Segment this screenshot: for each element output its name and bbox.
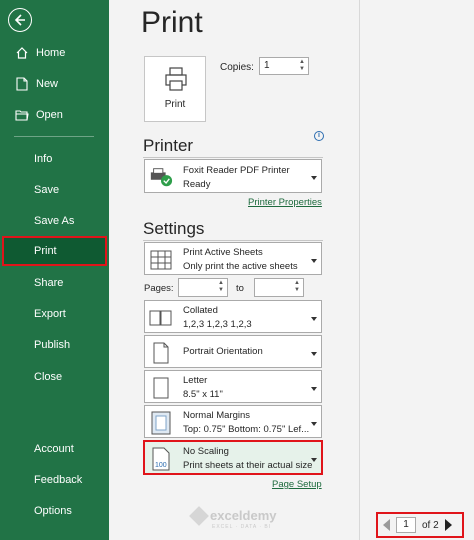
- sidebar-item-label: Share: [34, 277, 64, 289]
- sidebar-item-publish[interactable]: Publish: [0, 332, 109, 358]
- scaling-highlight: [143, 440, 323, 475]
- previous-page-icon[interactable]: [383, 519, 390, 531]
- copies-label: Copies:: [220, 62, 254, 73]
- orientation-dropdown[interactable]: Portrait Orientation: [144, 335, 322, 368]
- printer-name: Foxit Reader PDF Printer: [183, 165, 290, 176]
- sidebar-item-label: Save As: [34, 215, 75, 227]
- chevron-down-icon: [311, 351, 317, 356]
- margins-title: Normal Margins: [183, 410, 251, 421]
- page-title: Print: [141, 6, 203, 39]
- printer-section-title: Printer: [143, 136, 194, 155]
- collated-pages-icon: [149, 305, 173, 331]
- sidebar-divider: [14, 136, 94, 137]
- sidebar-item-print[interactable]: Print: [2, 236, 107, 266]
- sidebar-item-account[interactable]: Account: [0, 436, 109, 462]
- sidebar-item-label: Export: [34, 308, 66, 320]
- sidebar-item-close[interactable]: Close: [0, 364, 109, 390]
- sidebar-item-new[interactable]: New: [0, 71, 109, 97]
- backstage-sidebar: Home New Open Info Save Save As Print Sh…: [0, 0, 109, 540]
- sidebar-item-label: Publish: [34, 339, 71, 351]
- watermark: exceldemy EXCEL · DATA · BI: [189, 505, 277, 530]
- printer-properties-link[interactable]: Printer Properties: [248, 197, 322, 208]
- page-count: of 2: [422, 519, 439, 531]
- spin-buttons[interactable]: ▲ ▼: [298, 59, 306, 73]
- sidebar-item-open[interactable]: Open: [0, 102, 109, 128]
- pages-to-input[interactable]: ▲ ▼: [254, 278, 304, 297]
- spin-buttons[interactable]: ▲ ▼: [217, 280, 225, 294]
- copies-stepper[interactable]: 1 ▲ ▼: [259, 57, 309, 75]
- portrait-page-icon: [149, 340, 173, 366]
- sidebar-item-share[interactable]: Share: [0, 270, 109, 296]
- chevron-down-icon: [311, 421, 317, 426]
- back-arrow-icon: [14, 14, 25, 26]
- sheets-grid-icon: [149, 247, 173, 273]
- sidebar-item-options[interactable]: Options: [0, 498, 109, 524]
- spin-buttons[interactable]: ▲ ▼: [293, 280, 301, 294]
- new-document-icon: [14, 77, 30, 91]
- collate-desc: 1,2,3 1,2,3 1,2,3: [183, 319, 252, 330]
- printer-ready-icon: [149, 164, 173, 190]
- section-divider: [143, 240, 323, 241]
- sidebar-item-label: Feedback: [34, 474, 83, 486]
- page-setup-link[interactable]: Page Setup: [272, 479, 322, 490]
- margins-icon: [149, 410, 173, 436]
- sidebar-item-home[interactable]: Home: [0, 40, 109, 66]
- info-icon[interactable]: i: [314, 131, 324, 141]
- sidebar-item-label: Print: [34, 245, 57, 257]
- copies-value: 1: [264, 60, 270, 71]
- print-pane: Print Print Copies: 1 ▲ ▼ Printer i Foxit…: [109, 0, 474, 540]
- chevron-down-icon: [311, 316, 317, 321]
- printer-icon: [165, 67, 187, 91]
- home-icon: [14, 46, 30, 60]
- collate-title: Collated: [183, 305, 218, 316]
- page-navigator: 1 of 2: [376, 512, 464, 538]
- to-label: to: [236, 283, 244, 294]
- sidebar-item-label: Info: [34, 153, 53, 165]
- settings-section-title: Settings: [143, 219, 205, 238]
- watermark-sub: EXCEL · DATA · BI: [212, 524, 272, 530]
- section-divider: [143, 157, 323, 158]
- sidebar-item-label: Options: [34, 505, 72, 517]
- sidebar-item-info[interactable]: Info: [0, 146, 109, 172]
- sidebar-item-save[interactable]: Save: [0, 177, 109, 203]
- print-button-label: Print: [164, 99, 186, 110]
- print-what-dropdown[interactable]: Print Active Sheets Only print the activ…: [144, 242, 322, 275]
- sidebar-item-export[interactable]: Export: [0, 301, 109, 327]
- chevron-down-icon: [311, 258, 317, 263]
- sidebar-item-label: New: [36, 78, 59, 90]
- print-what-title: Print Active Sheets: [183, 247, 263, 258]
- preview-divider: [359, 0, 360, 540]
- paper-size-dropdown[interactable]: Letter 8.5" x 11": [144, 370, 322, 403]
- pages-label: Pages:: [144, 283, 174, 294]
- print-button[interactable]: Print: [144, 56, 206, 122]
- sidebar-item-feedback[interactable]: Feedback: [0, 467, 109, 493]
- chevron-down-icon: [311, 386, 317, 391]
- sidebar-item-label: Home: [36, 47, 66, 59]
- printer-status: Ready: [183, 179, 211, 190]
- margins-dropdown[interactable]: Normal Margins Top: 0.75" Bottom: 0.75" …: [144, 405, 322, 438]
- open-folder-icon: [14, 109, 30, 121]
- sidebar-item-label: Close: [34, 371, 63, 383]
- paper-page-icon: [149, 375, 173, 401]
- sidebar-item-save-as[interactable]: Save As: [0, 208, 109, 234]
- sidebar-item-label: Open: [36, 109, 63, 121]
- back-button[interactable]: [8, 8, 32, 32]
- sidebar-item-label: Account: [34, 443, 74, 455]
- print-what-desc: Only print the active sheets: [183, 261, 298, 272]
- paper-size-title: Letter: [183, 375, 208, 386]
- exceldemy-logo-icon: [189, 505, 209, 526]
- margins-desc: Top: 0.75" Bottom: 0.75" Lef...: [183, 424, 310, 435]
- sidebar-item-label: Save: [34, 184, 60, 196]
- chevron-down-icon: [311, 176, 317, 180]
- orientation-title: Portrait Orientation: [183, 346, 263, 357]
- collate-dropdown[interactable]: Collated 1,2,3 1,2,3 1,2,3: [144, 300, 322, 333]
- paper-size-desc: 8.5" x 11": [183, 389, 223, 400]
- next-page-icon[interactable]: [444, 519, 452, 531]
- current-page-input[interactable]: 1: [396, 517, 416, 533]
- pages-from-input[interactable]: ▲ ▼: [178, 278, 228, 297]
- printer-dropdown[interactable]: Foxit Reader PDF Printer Ready: [144, 159, 322, 193]
- watermark-name: exceldemy: [210, 508, 277, 523]
